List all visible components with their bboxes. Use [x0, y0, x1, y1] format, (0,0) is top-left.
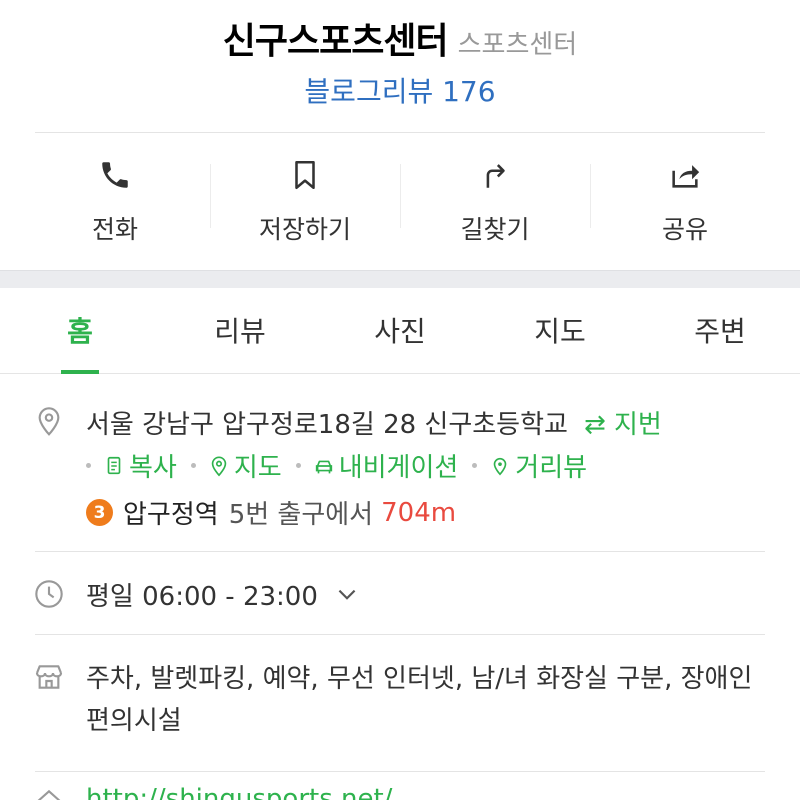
subway-line-badge: 3 — [86, 499, 113, 526]
bullet — [295, 463, 301, 468]
address-line: 서울 강남구 압구정로18길 28 신구초등학교 ⇄ 지번 — [86, 404, 662, 441]
location-pin-icon — [38, 407, 60, 436]
action-bar: 전화 저장하기 길찾기 공유 — [20, 150, 780, 250]
tab-map[interactable]: 지도 — [480, 288, 640, 373]
save-button[interactable]: 저장하기 — [210, 150, 400, 250]
share-button-label: 공유 — [661, 215, 708, 244]
directions-button-label: 길찾기 — [460, 215, 530, 244]
share-button[interactable]: 공유 — [590, 150, 780, 250]
share-icon — [672, 165, 700, 188]
subway-station: 압구정역 — [123, 500, 219, 530]
home-icon — [37, 789, 61, 800]
place-header: 신구스포츠센터 스포츠센터 블로그리뷰 176 전화 저장하기 길찾기 공유 — [0, 0, 800, 270]
copy-address-link[interactable]: 복사 — [86, 447, 177, 484]
street-view-link-label: 거리뷰 — [515, 453, 588, 483]
bullet — [86, 463, 91, 468]
map-pin-icon — [211, 455, 227, 476]
map-link[interactable]: 지도 — [190, 447, 282, 484]
map-link-label: 지도 — [233, 453, 282, 483]
navigation-link[interactable]: 내비게이션 — [295, 447, 459, 484]
clock-icon — [35, 580, 63, 608]
subway-distance: 704m — [381, 497, 457, 528]
divider — [35, 771, 765, 772]
bullet — [190, 463, 196, 468]
business-hours[interactable]: 평일 06:00 - 23:00 — [86, 576, 360, 613]
subway-exit: 5번 출구에서 — [228, 500, 374, 530]
tab-nearby[interactable]: 주변 — [640, 288, 800, 373]
address-text: 서울 강남구 압구정로18길 28 신구초등학교 — [86, 410, 568, 440]
tab-review[interactable]: 리뷰 — [160, 288, 320, 373]
call-button-label: 전화 — [91, 215, 138, 244]
divider — [35, 634, 765, 635]
tab-bar: 홈 리뷰 사진 지도 주변 — [0, 288, 800, 374]
save-button-label: 저장하기 — [258, 215, 351, 244]
chevron-down-icon — [338, 589, 356, 600]
divider — [35, 132, 765, 133]
bookmark-icon — [295, 160, 315, 190]
blog-review-link[interactable]: 블로그리뷰 176 — [0, 70, 800, 110]
phone-icon — [102, 162, 128, 188]
copy-icon — [107, 456, 121, 474]
street-view-icon — [493, 457, 507, 475]
street-view-link[interactable]: 거리뷰 — [472, 447, 587, 484]
directions-button[interactable]: 길찾기 — [400, 150, 590, 250]
business-hours-text: 평일 06:00 - 23:00 — [86, 582, 318, 612]
homepage-link[interactable]: http://shingusports.net/ — [86, 784, 392, 800]
section-separator — [0, 270, 800, 288]
jibun-toggle[interactable]: ⇄ 지번 — [584, 410, 662, 440]
facilities-text: 주차, 발렛파킹, 예약, 무선 인터넷, 남/녀 화장실 구분, 장애인 편의… — [86, 664, 753, 736]
directions-icon — [486, 164, 505, 188]
address-links: 복사 지도 내비게이션 거리뷰 — [86, 447, 601, 484]
subway-info: 3 압구정역 5번 출구에서 704m — [86, 494, 456, 531]
store-icon — [35, 665, 63, 689]
copy-address-label: 복사 — [129, 453, 177, 483]
place-name: 신구스포츠센터 — [222, 21, 449, 62]
call-button[interactable]: 전화 — [20, 150, 210, 250]
bullet — [472, 463, 478, 468]
car-icon — [315, 460, 332, 473]
navigation-link-label: 내비게이션 — [338, 453, 459, 483]
tab-home[interactable]: 홈 — [0, 288, 160, 374]
place-category: 스포츠센터 — [457, 30, 578, 60]
title-row: 신구스포츠센터 스포츠센터 — [0, 12, 800, 64]
blog-review-link-text: 블로그리뷰 176 — [304, 75, 496, 108]
divider — [35, 551, 765, 552]
tab-photo[interactable]: 사진 — [320, 288, 480, 373]
